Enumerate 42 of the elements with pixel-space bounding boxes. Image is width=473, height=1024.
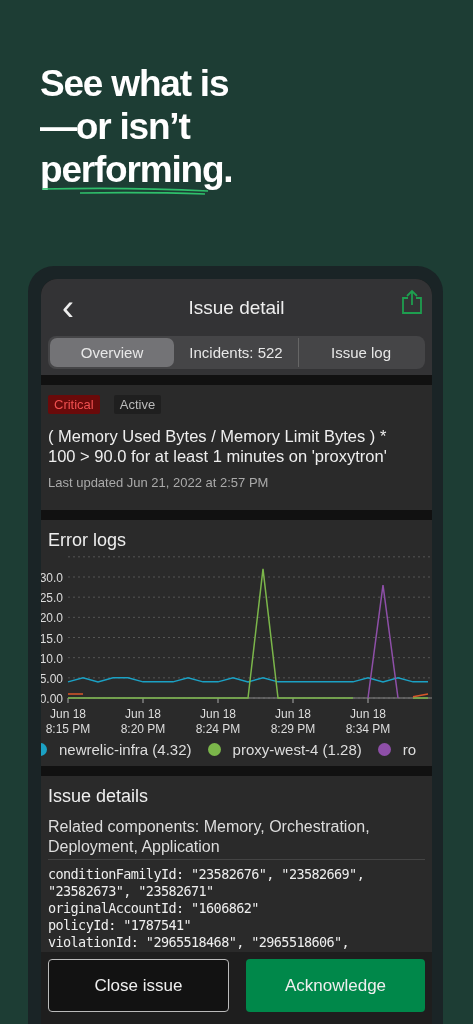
headline-text: performing. — [40, 148, 233, 191]
detail-field: conditionFamilyId: "23582676", "23582669", "23582673", "23582671" — [48, 866, 425, 900]
axis-label: 15.0 — [41, 631, 63, 646]
axis-label: 10.0 — [41, 651, 63, 666]
related-components-text: Related components: Memory, Orchestration, Deployment, Application — [48, 817, 425, 860]
section-title: Issue details — [48, 786, 150, 807]
section-title: Error logs — [47, 530, 128, 551]
action-button[interactable]: Acknowledge — [246, 959, 425, 1012]
tick-mark — [367, 697, 369, 704]
legend-label: proxy-west-4 (1.28) — [232, 741, 362, 758]
detail-field: violationId: "2965518468", "2965518606", — [48, 934, 425, 951]
condition-text: ( Memory Used Bytes / Memory Limit Bytes ) * 100 > 90.0 for at least 1 minutes on 'proxytron' — [48, 426, 388, 466]
screen-title: Issue detail — [188, 297, 285, 319]
axis-label: Jun 18 8:34 PM — [345, 707, 391, 733]
last-updated-text: Last updated Jun 21, 2022 at 2:57 PM — [48, 475, 270, 490]
status-tag: Critical — [48, 395, 100, 414]
segment-tab[interactable]: Issue log — [298, 338, 423, 367]
detail-field: originalAccountId: "1606862" — [48, 900, 425, 917]
share-icon[interactable] — [401, 289, 423, 315]
axis-label: 20.0 — [41, 611, 63, 626]
axis-label: 30.0 — [41, 571, 63, 585]
headline-text: See what is — [40, 62, 229, 105]
legend-label: newrelic-infra (4.32) — [59, 741, 192, 758]
axis-label: Jun 18 8:29 PM — [270, 707, 316, 733]
back-icon[interactable]: ‹ — [62, 293, 74, 323]
axis-label: Jun 18 8:24 PM — [195, 707, 241, 733]
action-button[interactable]: Close issue — [48, 959, 229, 1012]
axis-label: 0.00 — [41, 692, 63, 706]
axis-label: 25.0 — [41, 591, 63, 606]
axis-label: Jun 18 8:20 PM — [120, 707, 166, 733]
tick-mark — [67, 697, 69, 704]
status-tag: Active — [113, 395, 162, 414]
legend-label: ro — [402, 741, 417, 758]
headline-text: —or isn’t — [40, 105, 190, 148]
tick-mark — [217, 697, 219, 704]
segment-tab[interactable]: Incidents: 522 — [174, 338, 298, 367]
tick-mark — [292, 697, 294, 704]
detail-field: policyId: "1787541" — [48, 917, 425, 934]
tick-mark — [142, 697, 144, 704]
segment-tab[interactable]: Overview — [50, 338, 174, 367]
axis-label: Jun 18 8:15 PM — [45, 707, 91, 733]
axis-label: 5.00 — [41, 671, 63, 686]
